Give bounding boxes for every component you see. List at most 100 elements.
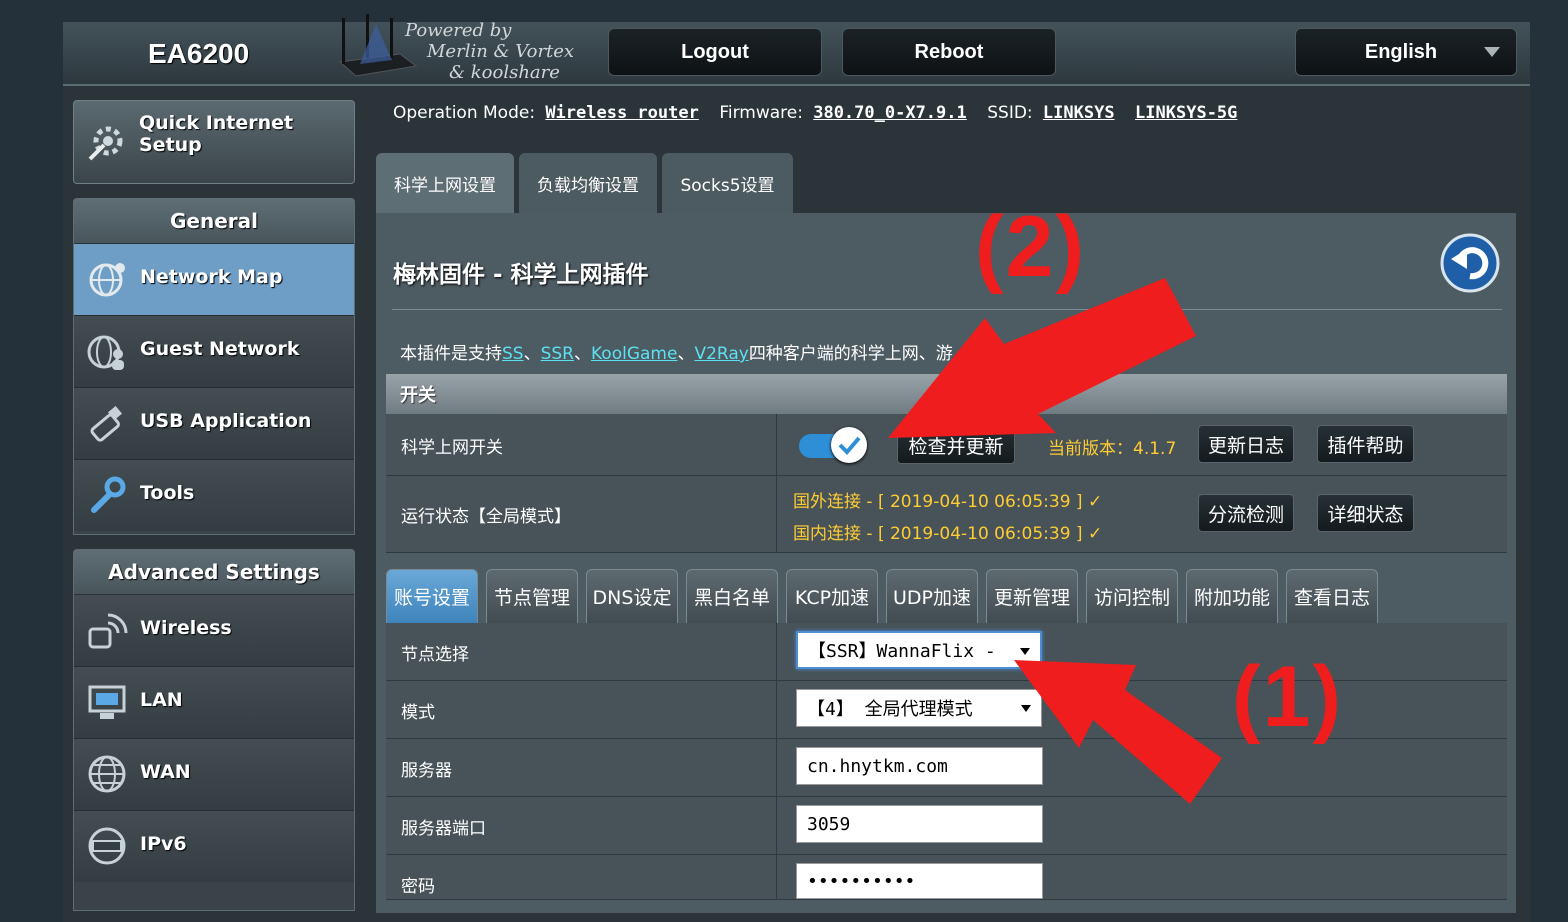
mode-row-label-cell: 模式 xyxy=(386,681,777,738)
sidebar-item-lan[interactable]: LAN xyxy=(74,667,354,739)
password-row-label-cell: 密码 xyxy=(386,855,777,899)
node-value: 【SSR】WannaFlix - xyxy=(808,641,996,662)
tab-logs[interactable]: 查看日志 xyxy=(1286,569,1378,623)
lan-icon xyxy=(88,685,126,719)
logout-button[interactable]: Logout xyxy=(608,28,822,76)
proxy-toggle-switch[interactable] xyxy=(799,427,869,463)
firmware-label: Firmware: xyxy=(719,103,803,123)
current-version: 当前版本：4.1.7 xyxy=(1048,439,1177,459)
status-bar: Operation Mode: Wireless router Firmware… xyxy=(393,103,1237,123)
run-status-label: 运行状态【全局模式】 xyxy=(401,507,571,527)
reboot-button[interactable]: Reboot xyxy=(842,28,1056,76)
plugin-description: 本插件是支持SS、SSR、KoolGame、V2Ray四种客户端的科学上网、游 xyxy=(400,339,953,364)
toggle-knob xyxy=(831,427,867,463)
sidebar-item-wireless[interactable]: Wireless xyxy=(74,595,354,667)
port-input[interactable]: 3059 xyxy=(796,805,1043,843)
quick-setup-label: Quick Internet Setup xyxy=(139,112,293,156)
powered-line-3: & koolshare xyxy=(449,62,560,83)
globe-network-icon xyxy=(89,263,125,297)
ssid-link-5g[interactable]: LINKSYS-5G xyxy=(1135,103,1237,123)
annotation-label-2: (2) xyxy=(975,199,1087,295)
sidebar-item-label: Guest Network xyxy=(140,338,300,360)
tab-dns[interactable]: DNS设定 xyxy=(586,569,678,623)
op-mode-link[interactable]: Wireless router xyxy=(545,103,699,123)
sidebar-item-label: LAN xyxy=(140,689,183,711)
tab-socks5[interactable]: Socks5设置 xyxy=(662,153,793,214)
tab-account[interactable]: 账号设置 xyxy=(386,569,478,623)
chevron-down-icon xyxy=(1484,47,1500,57)
sidebar-item-wan[interactable]: WAN xyxy=(74,739,354,811)
quick-setup-line-2: Setup xyxy=(139,134,202,156)
mode-label: 模式 xyxy=(401,703,435,723)
firmware-link[interactable]: 380.70_0-X7.9.1 xyxy=(813,103,967,123)
annotation-label-1: (1) xyxy=(1232,649,1344,745)
sidebar-item-guest-network[interactable]: Guest Network xyxy=(74,316,354,388)
advanced-menu: Advanced Settings Wireless LAN WAN IPv6 xyxy=(73,549,355,911)
wrench-icon xyxy=(91,476,126,513)
password-label: 密码 xyxy=(401,877,435,897)
back-icon[interactable] xyxy=(1440,233,1500,293)
quick-setup-line-1: Quick Internet xyxy=(139,112,294,134)
detail-status-button[interactable]: 详细状态 xyxy=(1317,494,1414,532)
wan-globe-icon xyxy=(88,755,126,793)
server-input[interactable]: cn.hnytkm.com xyxy=(796,747,1043,785)
link-v2ray[interactable]: V2Ray xyxy=(694,344,748,364)
node-select[interactable]: 【SSR】WannaFlix - xyxy=(796,631,1042,669)
powered-line-1: Powered by xyxy=(405,20,512,41)
link-ssr[interactable]: SSR xyxy=(541,344,574,364)
sidebar-item-label: Network Map xyxy=(140,266,283,288)
sidebar-item-network-map[interactable]: Network Map xyxy=(74,244,354,316)
page-title: 梅林固件 - 科学上网插件 xyxy=(393,262,649,288)
password-input[interactable]: •••••••••• xyxy=(796,863,1043,899)
diversion-check-button[interactable]: 分流检测 xyxy=(1198,494,1294,532)
ssid-label: SSID: xyxy=(987,103,1033,123)
mode-select[interactable]: 【4】 全局代理模式 xyxy=(796,689,1042,727)
dropdown-arrow-icon xyxy=(1021,705,1031,712)
switch-row-label-cell: 科学上网开关 xyxy=(386,414,777,475)
wireless-icon xyxy=(88,613,128,649)
powered-by-text: Powered by Merlin & Vortex & koolshare xyxy=(405,20,574,83)
tab-proxy-settings[interactable]: 科学上网设置 xyxy=(376,153,514,214)
usb-icon xyxy=(90,405,123,442)
language-select[interactable]: English xyxy=(1295,28,1517,76)
port-row-label-cell: 服务器端口 xyxy=(386,797,777,854)
divider xyxy=(392,309,1502,310)
dropdown-arrow-icon xyxy=(1020,648,1030,655)
check-icon xyxy=(838,436,861,455)
tab-access-control[interactable]: 访问控制 xyxy=(1086,569,1178,623)
node-row-label-cell: 节点选择 xyxy=(386,623,777,680)
desc-sep: 、 xyxy=(574,344,591,364)
sidebar-item-tools[interactable]: Tools xyxy=(74,460,354,531)
op-mode-label: Operation Mode: xyxy=(393,103,536,123)
status-row-label-cell: 运行状态【全局模式】 xyxy=(386,476,777,552)
general-menu: General Network Map Guest Network USB Ap… xyxy=(73,198,355,535)
desc-sep: 、 xyxy=(523,344,541,364)
tab-load-balance[interactable]: 负载均衡设置 xyxy=(519,153,657,214)
sidebar-item-usb-application[interactable]: USB Application xyxy=(74,388,354,460)
tab-addons[interactable]: 附加功能 xyxy=(1186,569,1278,623)
desc-suffix: 四种客户端的科学上网、游 xyxy=(748,344,953,364)
powered-line-2: Merlin & Vortex xyxy=(427,41,575,62)
link-ss[interactable]: SS xyxy=(502,344,524,364)
node-label: 节点选择 xyxy=(401,645,469,665)
tab-update[interactable]: 更新管理 xyxy=(986,569,1078,623)
link-koolgame[interactable]: KoolGame xyxy=(591,344,677,364)
tab-blacklist[interactable]: 黑白名单 xyxy=(686,569,778,623)
mode-value: 【4】 全局代理模式 xyxy=(807,699,973,720)
domestic-connection-status: 国内连接 - [ 2019-04-10 06:05:39 ] ✓ xyxy=(793,524,1103,544)
sidebar-item-label: IPv6 xyxy=(140,833,187,855)
ssid-link-24g[interactable]: LINKSYS xyxy=(1043,103,1115,123)
quick-setup-icon xyxy=(88,126,123,161)
switch-label: 科学上网开关 xyxy=(401,438,503,458)
tab-kcp[interactable]: KCP加速 xyxy=(786,569,878,623)
tab-udp[interactable]: UDP加速 xyxy=(886,569,978,623)
port-label: 服务器端口 xyxy=(401,819,486,839)
server-row-label-cell: 服务器 xyxy=(386,739,777,796)
tab-nodes[interactable]: 节点管理 xyxy=(486,569,578,623)
plugin-help-button[interactable]: 插件帮助 xyxy=(1317,425,1414,463)
model-name: EA6200 xyxy=(148,38,250,69)
quick-internet-setup[interactable]: Quick Internet Setup xyxy=(73,100,355,184)
sidebar-item-ipv6[interactable]: IPv6 xyxy=(74,811,354,882)
changelog-button[interactable]: 更新日志 xyxy=(1198,425,1294,463)
check-update-button[interactable]: 检查并更新 xyxy=(897,426,1015,464)
